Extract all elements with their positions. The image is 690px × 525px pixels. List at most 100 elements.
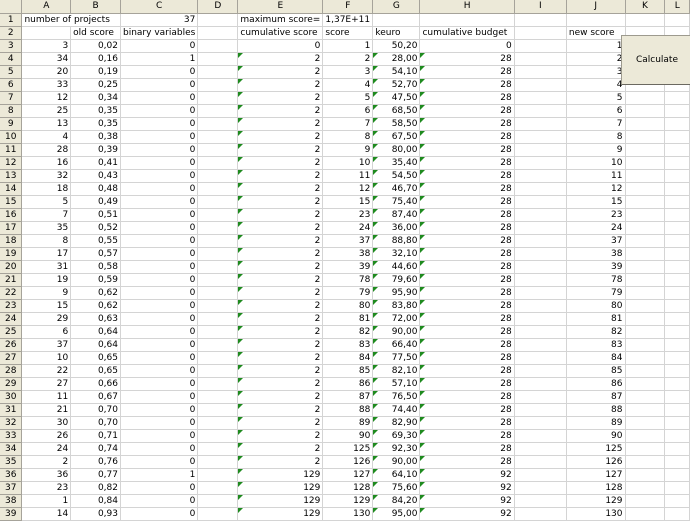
cell-cumulative-score[interactable]: 2 <box>237 364 324 378</box>
cell-project-id[interactable]: 8 <box>21 234 72 248</box>
row-header[interactable]: 1 <box>0 13 23 27</box>
cell-empty[interactable] <box>197 390 239 404</box>
cell-score[interactable]: 84 <box>322 351 374 365</box>
cell-empty[interactable] <box>514 507 567 521</box>
cell-empty[interactable] <box>197 416 239 430</box>
cell-new-score[interactable]: 4 <box>566 78 626 92</box>
cell-score[interactable]: 1 <box>322 39 374 53</box>
row-header[interactable]: 30 <box>0 390 23 404</box>
cell-empty[interactable] <box>197 130 239 144</box>
cell-score[interactable]: 78 <box>322 273 374 287</box>
cell-binary-variable[interactable]: 0 <box>120 65 199 79</box>
cell-empty[interactable] <box>664 169 690 183</box>
cell-project-id[interactable]: 34 <box>21 52 72 66</box>
cell-score[interactable]: 5 <box>322 91 374 105</box>
cell-cumulative-score[interactable]: 2 <box>237 390 324 404</box>
cell-empty[interactable] <box>514 65 567 79</box>
cell-project-id[interactable]: 17 <box>21 247 72 261</box>
calculate-button[interactable]: Calculate <box>621 35 690 85</box>
cell-cumulative-budget[interactable]: 28 <box>419 273 515 287</box>
cell-binary-variable[interactable]: 0 <box>120 299 199 313</box>
cell-project-id[interactable]: 12 <box>21 91 72 105</box>
cell-new-score[interactable]: 130 <box>566 507 626 521</box>
row-header[interactable]: 6 <box>0 78 23 92</box>
cell-score[interactable]: 82 <box>322 325 374 339</box>
cell-empty[interactable] <box>197 507 239 521</box>
cell-keuro[interactable]: 57,10 <box>372 377 421 391</box>
cell-binary-variable[interactable]: 0 <box>120 507 199 521</box>
cell-new-score[interactable]: 129 <box>566 494 626 508</box>
cell-new-score[interactable]: 85 <box>566 364 626 378</box>
row-header[interactable]: 2 <box>0 26 23 40</box>
cell-score[interactable]: 86 <box>322 377 374 391</box>
cell-new-score[interactable]: 126 <box>566 455 626 469</box>
cell-empty[interactable] <box>625 429 666 443</box>
cell-cumulative-budget[interactable]: 92 <box>419 507 515 521</box>
cell-empty[interactable] <box>514 143 567 157</box>
cell-empty[interactable] <box>514 468 567 482</box>
cell-cumulative-score[interactable]: 2 <box>237 156 324 170</box>
cell-keuro[interactable]: 92,30 <box>372 442 421 456</box>
cell-cumulative-score[interactable]: 129 <box>237 481 324 495</box>
cell-empty[interactable] <box>664 377 690 391</box>
cell-empty[interactable] <box>514 299 567 313</box>
cell-empty[interactable] <box>664 494 690 508</box>
row-header[interactable]: 38 <box>0 494 23 508</box>
cell-old-score[interactable]: 0,49 <box>70 195 121 209</box>
cell-empty[interactable] <box>514 442 567 456</box>
cell-empty[interactable] <box>625 208 666 222</box>
cell-score[interactable]: 38 <box>322 247 374 261</box>
cell-project-id[interactable]: 23 <box>21 481 72 495</box>
cell-score[interactable]: 130 <box>322 507 374 521</box>
cell-empty[interactable] <box>197 91 239 105</box>
cell-project-id[interactable]: 27 <box>21 377 72 391</box>
cell-empty[interactable] <box>514 91 567 105</box>
cell-project-id[interactable]: 24 <box>21 442 72 456</box>
cell-new-score[interactable]: 2 <box>566 52 626 66</box>
cell-empty[interactable] <box>664 130 690 144</box>
cell-project-id[interactable]: 33 <box>21 78 72 92</box>
cell-keuro[interactable]: 75,40 <box>372 195 421 209</box>
cell-empty[interactable] <box>197 286 239 300</box>
cell-project-id[interactable]: 7 <box>21 208 72 222</box>
cell-project-id[interactable]: 5 <box>21 195 72 209</box>
cell-score[interactable]: 39 <box>322 260 374 274</box>
cell-empty[interactable] <box>514 481 567 495</box>
cell-empty[interactable] <box>664 234 690 248</box>
cell-keuro[interactable]: 87,40 <box>372 208 421 222</box>
cell-keuro[interactable]: 74,40 <box>372 403 421 417</box>
cell-empty[interactable] <box>514 429 567 443</box>
cell-empty[interactable] <box>625 104 666 118</box>
cell-binary-variable[interactable]: 0 <box>120 403 199 417</box>
cell-keuro[interactable]: 90,00 <box>372 455 421 469</box>
cell-cumulative-score[interactable]: 2 <box>237 416 324 430</box>
cell-empty[interactable] <box>514 286 567 300</box>
cell-empty[interactable] <box>514 494 567 508</box>
cell-cumulative-score[interactable]: 2 <box>237 208 324 222</box>
cell-old-score[interactable]: 0,70 <box>70 403 121 417</box>
cell-old-score[interactable]: 0,66 <box>70 377 121 391</box>
cell-score[interactable]: 11 <box>322 169 374 183</box>
cell-empty[interactable] <box>625 234 666 248</box>
cell-cumulative-score[interactable]: 2 <box>237 182 324 196</box>
cell-h2-header-cumulative-budget[interactable]: cumulative budget <box>419 26 515 40</box>
cell-cumulative-budget[interactable]: 28 <box>419 195 515 209</box>
cell-cumulative-budget[interactable]: 28 <box>419 130 515 144</box>
cell-keuro[interactable]: 28,00 <box>372 52 421 66</box>
cell-empty[interactable] <box>514 221 567 235</box>
row-header[interactable]: 5 <box>0 65 23 79</box>
column-header-h[interactable]: H <box>419 0 515 14</box>
cell-cumulative-budget[interactable]: 28 <box>419 364 515 378</box>
cell-empty[interactable] <box>664 312 690 326</box>
cell-cumulative-score[interactable]: 2 <box>237 169 324 183</box>
cell-project-id[interactable]: 35 <box>21 221 72 235</box>
column-header-d[interactable]: D <box>197 0 239 14</box>
cell-keuro[interactable]: 88,80 <box>372 234 421 248</box>
cell-empty[interactable] <box>625 494 666 508</box>
cell-score[interactable]: 6 <box>322 104 374 118</box>
cell-empty[interactable] <box>514 195 567 209</box>
cell-empty[interactable] <box>197 442 239 456</box>
cell-keuro[interactable]: 82,90 <box>372 416 421 430</box>
cell-empty[interactable] <box>197 312 239 326</box>
cell-old-score[interactable]: 0,59 <box>70 273 121 287</box>
